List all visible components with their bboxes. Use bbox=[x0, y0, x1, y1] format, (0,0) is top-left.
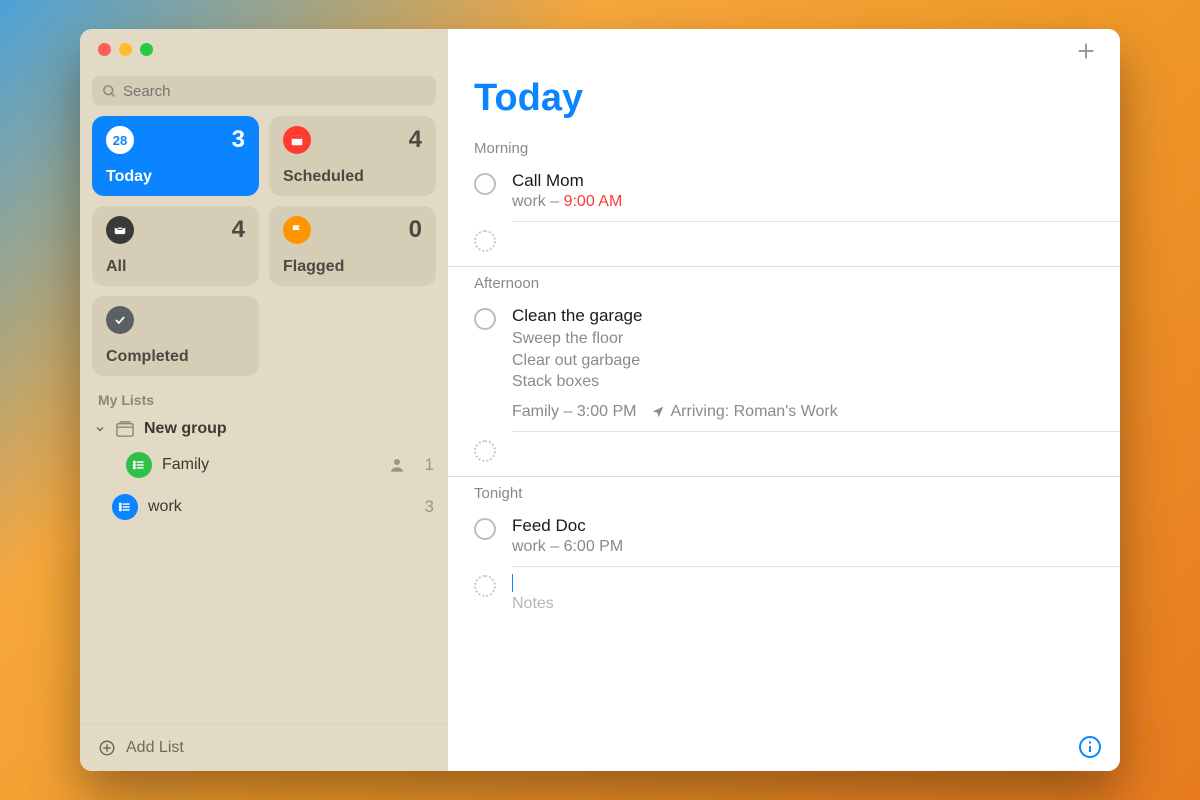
task-row[interactable]: Call Mom work – 9:00 AM bbox=[448, 165, 1120, 221]
smart-scheduled-count: 4 bbox=[409, 126, 422, 154]
smart-completed-label: Completed bbox=[106, 348, 245, 366]
smart-all-count: 4 bbox=[232, 216, 245, 244]
smart-today-label: Today bbox=[106, 168, 245, 186]
task-title-input[interactable] bbox=[512, 573, 1094, 593]
list-row-family[interactable]: Family 1 bbox=[80, 444, 448, 486]
list-count: 1 bbox=[416, 455, 434, 475]
task-placeholder-row[interactable] bbox=[448, 222, 1120, 262]
smart-flagged-label: Flagged bbox=[283, 258, 422, 276]
task-row[interactable]: Clean the garage Sweep the floor Clear o… bbox=[448, 300, 1120, 431]
app-window: 28 3 Today 4 Scheduled bbox=[80, 29, 1120, 771]
group-row[interactable]: New group bbox=[80, 414, 448, 444]
group-name: New group bbox=[144, 420, 227, 438]
task-meta: work – 9:00 AM bbox=[512, 193, 1094, 211]
smart-all-label: All bbox=[106, 258, 245, 276]
search-icon bbox=[102, 84, 117, 99]
task-title: Call Mom bbox=[512, 171, 1094, 191]
section-morning: Morning Call Mom work – 9:00 AM bbox=[448, 132, 1120, 267]
section-afternoon: Afternoon Clean the garage Sweep the flo… bbox=[448, 267, 1120, 477]
tray-icon bbox=[106, 216, 134, 244]
smart-list-completed[interactable]: Completed bbox=[92, 296, 259, 376]
task-meta: work – 6:00 PM bbox=[512, 538, 1094, 556]
list-name: work bbox=[148, 498, 406, 516]
smart-lists-grid: 28 3 Today 4 Scheduled bbox=[80, 116, 448, 376]
task-checkbox-placeholder[interactable] bbox=[474, 230, 496, 252]
task-title: Feed Doc bbox=[512, 516, 1094, 536]
calendar-today-icon: 28 bbox=[106, 126, 134, 154]
folder-icon bbox=[114, 420, 136, 438]
smart-scheduled-label: Scheduled bbox=[283, 168, 422, 186]
task-placeholder-row[interactable] bbox=[448, 432, 1120, 472]
section-heading: Morning bbox=[448, 132, 1120, 165]
section-tonight: Tonight Feed Doc work – 6:00 PM Notes bbox=[448, 477, 1120, 623]
window-close-button[interactable] bbox=[98, 43, 111, 56]
smart-list-all[interactable]: 4 All bbox=[92, 206, 259, 286]
flag-icon bbox=[283, 216, 311, 244]
my-lists-heading: My Lists bbox=[80, 376, 448, 414]
task-row[interactable]: Feed Doc work – 6:00 PM bbox=[448, 510, 1120, 566]
main-pane: Today Morning Call Mom work – 9:00 AM bbox=[448, 29, 1120, 771]
sidebar: 28 3 Today 4 Scheduled bbox=[80, 29, 448, 771]
task-checkbox[interactable] bbox=[474, 173, 496, 195]
search-field[interactable] bbox=[92, 76, 436, 106]
window-zoom-button[interactable] bbox=[140, 43, 153, 56]
section-heading: Afternoon bbox=[448, 267, 1120, 300]
smart-today-count: 3 bbox=[232, 126, 245, 154]
page-title: Today bbox=[448, 73, 1120, 132]
list-count: 3 bbox=[416, 497, 434, 517]
smart-flagged-count: 0 bbox=[409, 216, 422, 244]
plus-icon bbox=[1075, 40, 1097, 62]
task-checkbox[interactable] bbox=[474, 308, 496, 330]
add-list-label: Add List bbox=[126, 739, 184, 757]
section-heading: Tonight bbox=[448, 477, 1120, 510]
checkmark-icon bbox=[106, 306, 134, 334]
task-title: Clean the garage bbox=[512, 306, 1094, 326]
location-arrow-icon bbox=[651, 405, 665, 419]
chevron-down-icon bbox=[94, 423, 106, 435]
task-checkbox[interactable] bbox=[474, 518, 496, 540]
smart-list-flagged[interactable]: 0 Flagged bbox=[269, 206, 436, 286]
calendar-icon bbox=[283, 126, 311, 154]
task-checkbox-placeholder[interactable] bbox=[474, 440, 496, 462]
smart-list-scheduled[interactable]: 4 Scheduled bbox=[269, 116, 436, 196]
task-meta: Family – 3:00 PM Arriving: Roman's Work bbox=[512, 403, 1094, 421]
window-minimize-button[interactable] bbox=[119, 43, 132, 56]
window-controls bbox=[80, 29, 448, 70]
task-notes: Sweep the floor Clear out garbage Stack … bbox=[512, 328, 1094, 393]
list-bullet-icon bbox=[112, 494, 138, 520]
shared-icon bbox=[388, 456, 406, 474]
list-name: Family bbox=[162, 456, 378, 474]
smart-list-today[interactable]: 28 3 Today bbox=[92, 116, 259, 196]
add-list-button[interactable]: Add List bbox=[80, 724, 448, 771]
info-button[interactable] bbox=[1078, 735, 1102, 759]
task-checkbox-placeholder[interactable] bbox=[474, 575, 496, 597]
info-icon bbox=[1078, 735, 1102, 759]
search-input[interactable] bbox=[123, 83, 426, 100]
task-notes-placeholder[interactable]: Notes bbox=[512, 595, 1094, 613]
task-editing-row[interactable]: Notes bbox=[448, 567, 1120, 623]
new-reminder-button[interactable] bbox=[1072, 37, 1100, 65]
main-toolbar bbox=[448, 29, 1120, 73]
list-row-work[interactable]: work 3 bbox=[80, 486, 448, 528]
list-bullet-icon bbox=[126, 452, 152, 478]
plus-circle-icon bbox=[98, 739, 116, 757]
